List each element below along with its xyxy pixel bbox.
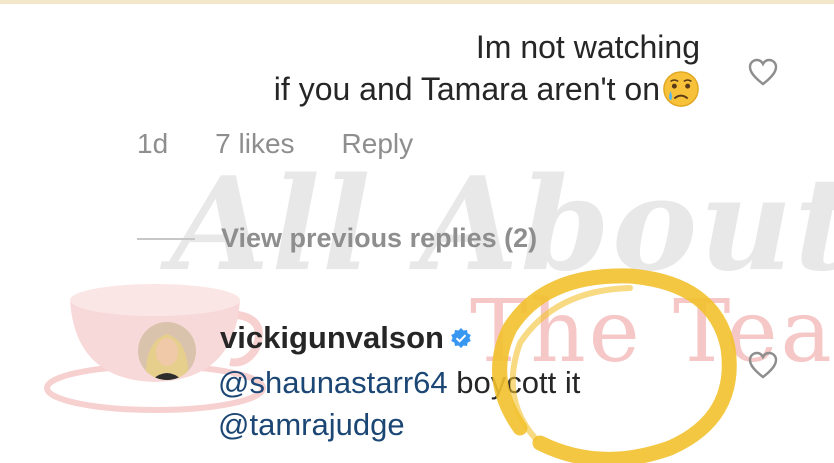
verified-badge-icon — [451, 328, 471, 348]
like-reply-heart-icon[interactable] — [748, 351, 778, 379]
view-previous-replies-label[interactable]: View previous replies (2) — [221, 223, 537, 254]
comment-line-2-text: if you and Tamara aren't on — [273, 71, 660, 107]
top-border — [0, 0, 834, 4]
comment-line-1: Im not watching — [475, 29, 700, 65]
reply-username-row: vickigunvalson — [220, 320, 472, 356]
comment-timestamp: 1d — [137, 128, 169, 159]
reply-body: @shaunastarr64 boycott it @tamrajudge — [218, 362, 580, 446]
like-comment-heart-icon[interactable] — [748, 58, 778, 86]
comment-line-2: if you and Tamara aren't on — [0, 68, 700, 110]
comment-meta: 1d 7 likes Reply — [137, 128, 413, 160]
reply-button[interactable]: Reply — [342, 128, 414, 160]
avatar[interactable] — [138, 322, 196, 380]
reply-username[interactable]: vickigunvalson — [220, 320, 444, 356]
comment-likes-link[interactable]: 7 likes — [215, 128, 294, 160]
reply-text: boycott it — [447, 365, 581, 400]
mention-link-2[interactable]: @tamrajudge — [218, 407, 405, 442]
mention-link-1[interactable]: @shaunastarr64 — [218, 365, 448, 400]
crying-face-icon — [663, 71, 699, 107]
replies-divider — [137, 237, 195, 240]
view-previous-replies[interactable]: View previous replies (2) — [137, 223, 537, 254]
comment-text: Im not watching if you and Tamara aren't… — [0, 26, 700, 110]
